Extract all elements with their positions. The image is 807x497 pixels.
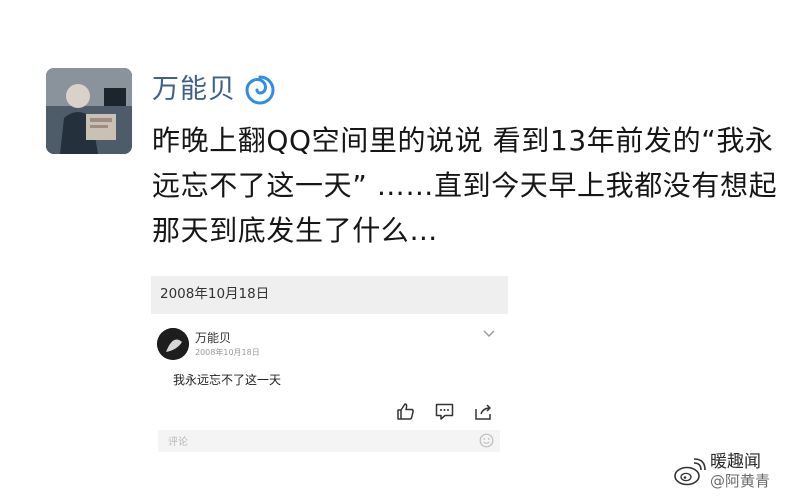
comment-box: 评论	[158, 430, 500, 452]
share-icon	[473, 401, 494, 422]
weibo-logo-icon	[672, 457, 706, 487]
like-icon	[395, 401, 416, 422]
watermark-line1: 暖趣闻	[710, 452, 761, 472]
author-row: 万能贝	[152, 72, 276, 108]
watermark: 暖趣闻 @阿黄青	[672, 449, 770, 495]
inner-post-date: 2008年10月18日	[195, 348, 260, 357]
inner-content: 我永远忘不了这一天	[173, 373, 282, 387]
comment-placeholder: 评论	[168, 437, 188, 448]
watermark-text: 暖趣闻 @阿黄青	[710, 453, 770, 491]
comment-icon	[434, 401, 455, 422]
inner-author-name: 万能贝	[195, 331, 232, 345]
post-text: 昨晚上翻QQ空间里的说说 看到13年前发的“我永远忘不了这一天” ……直到今天早…	[152, 124, 778, 247]
date-header: 2008年10月18日	[151, 276, 508, 314]
swirl-badge-icon	[244, 74, 276, 106]
embedded-screenshot: 2008年10月18日 万能贝 2008年10月18日 我永远忘不了这一天 评论	[151, 276, 508, 476]
emoji-icon	[479, 433, 494, 448]
watermark-line2: @阿黄青	[710, 472, 771, 490]
author-name[interactable]: 万能贝	[152, 72, 236, 108]
inner-avatar	[157, 328, 189, 360]
action-icons	[395, 401, 494, 422]
post-avatar[interactable]	[46, 68, 132, 154]
chevron-down-icon	[482, 326, 496, 340]
inner-post: 万能贝 2008年10月18日 我永远忘不了这一天 评论	[151, 314, 508, 476]
